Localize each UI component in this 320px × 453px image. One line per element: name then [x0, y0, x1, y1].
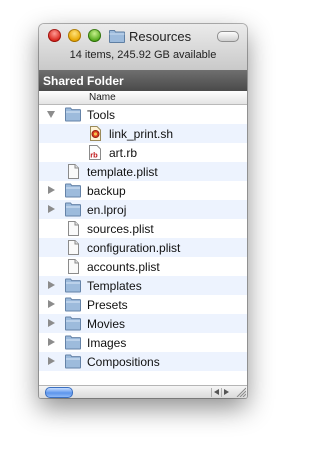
disclosure-triangle-closed-icon[interactable] [48, 205, 55, 213]
list-item[interactable]: accounts.plist [39, 257, 247, 276]
finder-window: Resources 14 items, 245.92 GB available … [39, 24, 247, 398]
column-header[interactable]: Name [39, 91, 247, 105]
scroll-right-arrow-icon[interactable] [221, 388, 231, 397]
disclosure-triangle-closed-icon[interactable] [48, 186, 55, 194]
list-item-label: sources.plist [87, 222, 154, 236]
document-icon [68, 259, 79, 274]
minimize-button[interactable] [68, 29, 81, 42]
list-item[interactable]: Compositions [39, 352, 247, 371]
disclosure-triangle-closed-icon[interactable] [48, 281, 55, 289]
name-column-label[interactable]: Name [89, 92, 116, 103]
list-item-label: Movies [87, 317, 126, 331]
folder-icon [65, 335, 81, 350]
ruby-badge-text: rb [90, 151, 98, 160]
status-text: 14 items, 245.92 GB available [69, 49, 217, 61]
list-item-label: template.plist [87, 165, 158, 179]
list-item-label: backup [87, 184, 126, 198]
document-icon [68, 240, 79, 255]
disclosure-triangle-open-icon[interactable] [47, 111, 55, 118]
list-item-label: accounts.plist [87, 260, 160, 274]
list-item[interactable]: Images [39, 333, 247, 352]
folder-icon [109, 29, 125, 43]
disclosure-triangle-closed-icon[interactable] [48, 300, 55, 308]
list-item[interactable]: Movies [39, 314, 247, 333]
list-item-label: Presets [87, 298, 128, 312]
list-item-label: Images [87, 336, 127, 350]
folder-icon [65, 316, 81, 331]
list-item[interactable]: Presets [39, 295, 247, 314]
list-item[interactable]: en.lproj [39, 200, 247, 219]
title-bar[interactable]: Resources 14 items, 245.92 GB available [39, 24, 247, 71]
scroll-left-arrow-icon[interactable] [211, 388, 221, 397]
list-item[interactable]: configuration.plist [39, 238, 247, 257]
list-item-label: link_print.sh [109, 127, 174, 141]
list-item[interactable]: Templates [39, 276, 247, 295]
folder-icon [65, 354, 81, 369]
list-item[interactable]: template.plist [39, 162, 247, 181]
folder-icon [65, 183, 81, 198]
list-item-label: en.lproj [87, 203, 127, 217]
ruby-file-icon: rb [89, 145, 101, 160]
list-item-label: Templates [87, 279, 142, 293]
scroll-thumb[interactable] [45, 387, 73, 398]
toolbar-toggle-button[interactable] [217, 31, 239, 42]
horizontal-scrollbar[interactable] [39, 385, 247, 398]
folder-icon [65, 107, 81, 122]
list-item[interactable]: Tools [39, 105, 247, 124]
list-item-label: art.rb [109, 146, 138, 160]
disclosure-triangle-closed-icon[interactable] [48, 357, 55, 365]
file-list: Tools link_print.shrb art.rb template.plist… [39, 105, 247, 385]
folder-icon [65, 278, 81, 293]
window-title-text: Resources [129, 28, 192, 44]
shell-script-icon [90, 126, 101, 141]
window-title: Resources [109, 27, 191, 45]
list-item-label: Compositions [87, 355, 160, 369]
disclosure-triangle-closed-icon[interactable] [48, 338, 55, 346]
list-item[interactable]: sources.plist [39, 219, 247, 238]
folder-icon [65, 297, 81, 312]
resize-grip-icon[interactable] [234, 387, 246, 397]
document-icon [68, 221, 79, 236]
close-button[interactable] [48, 29, 61, 42]
disclosure-triangle-closed-icon[interactable] [48, 319, 55, 327]
shared-folder-header: Shared Folder [39, 70, 247, 91]
list-item-label: Tools [87, 108, 116, 122]
list-item[interactable]: backup [39, 181, 247, 200]
folder-icon [65, 202, 81, 217]
list-item[interactable]: rb art.rb [39, 143, 247, 162]
list-item[interactable]: link_print.sh [39, 124, 247, 143]
list-item-label: configuration.plist [87, 241, 181, 255]
document-icon [68, 164, 79, 179]
zoom-button[interactable] [88, 29, 101, 42]
